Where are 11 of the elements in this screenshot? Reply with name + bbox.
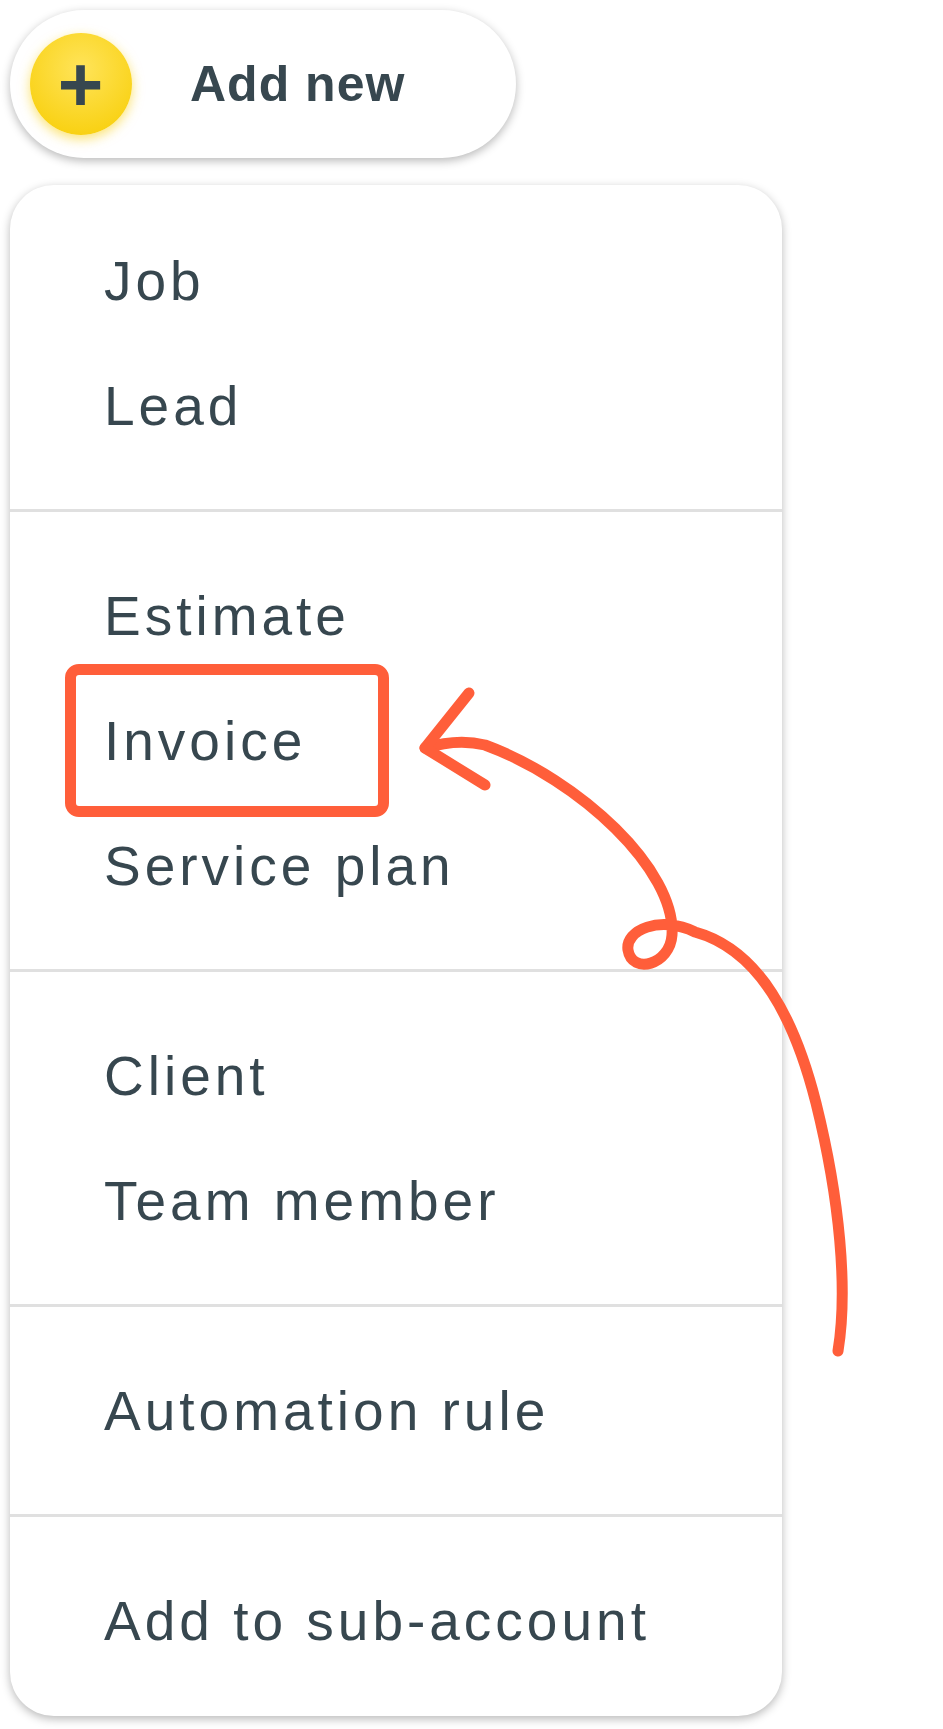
menu-item[interactable]: Add to sub-account	[104, 1588, 650, 1653]
menu-item[interactable]: Client	[104, 1043, 269, 1108]
menu-item[interactable]: Lead	[104, 373, 243, 438]
menu-item[interactable]: Service plan	[104, 833, 455, 898]
menu-item[interactable]: Automation rule	[104, 1378, 550, 1443]
menu-item[interactable]: Team member	[104, 1168, 500, 1233]
menu-item[interactable]: Job	[104, 248, 205, 313]
add-new-button[interactable]: + Add new	[10, 10, 516, 158]
menu-item[interactable]: Estimate	[104, 583, 350, 648]
plus-icon: +	[30, 33, 132, 135]
menu-item[interactable]: Invoice	[104, 708, 307, 773]
